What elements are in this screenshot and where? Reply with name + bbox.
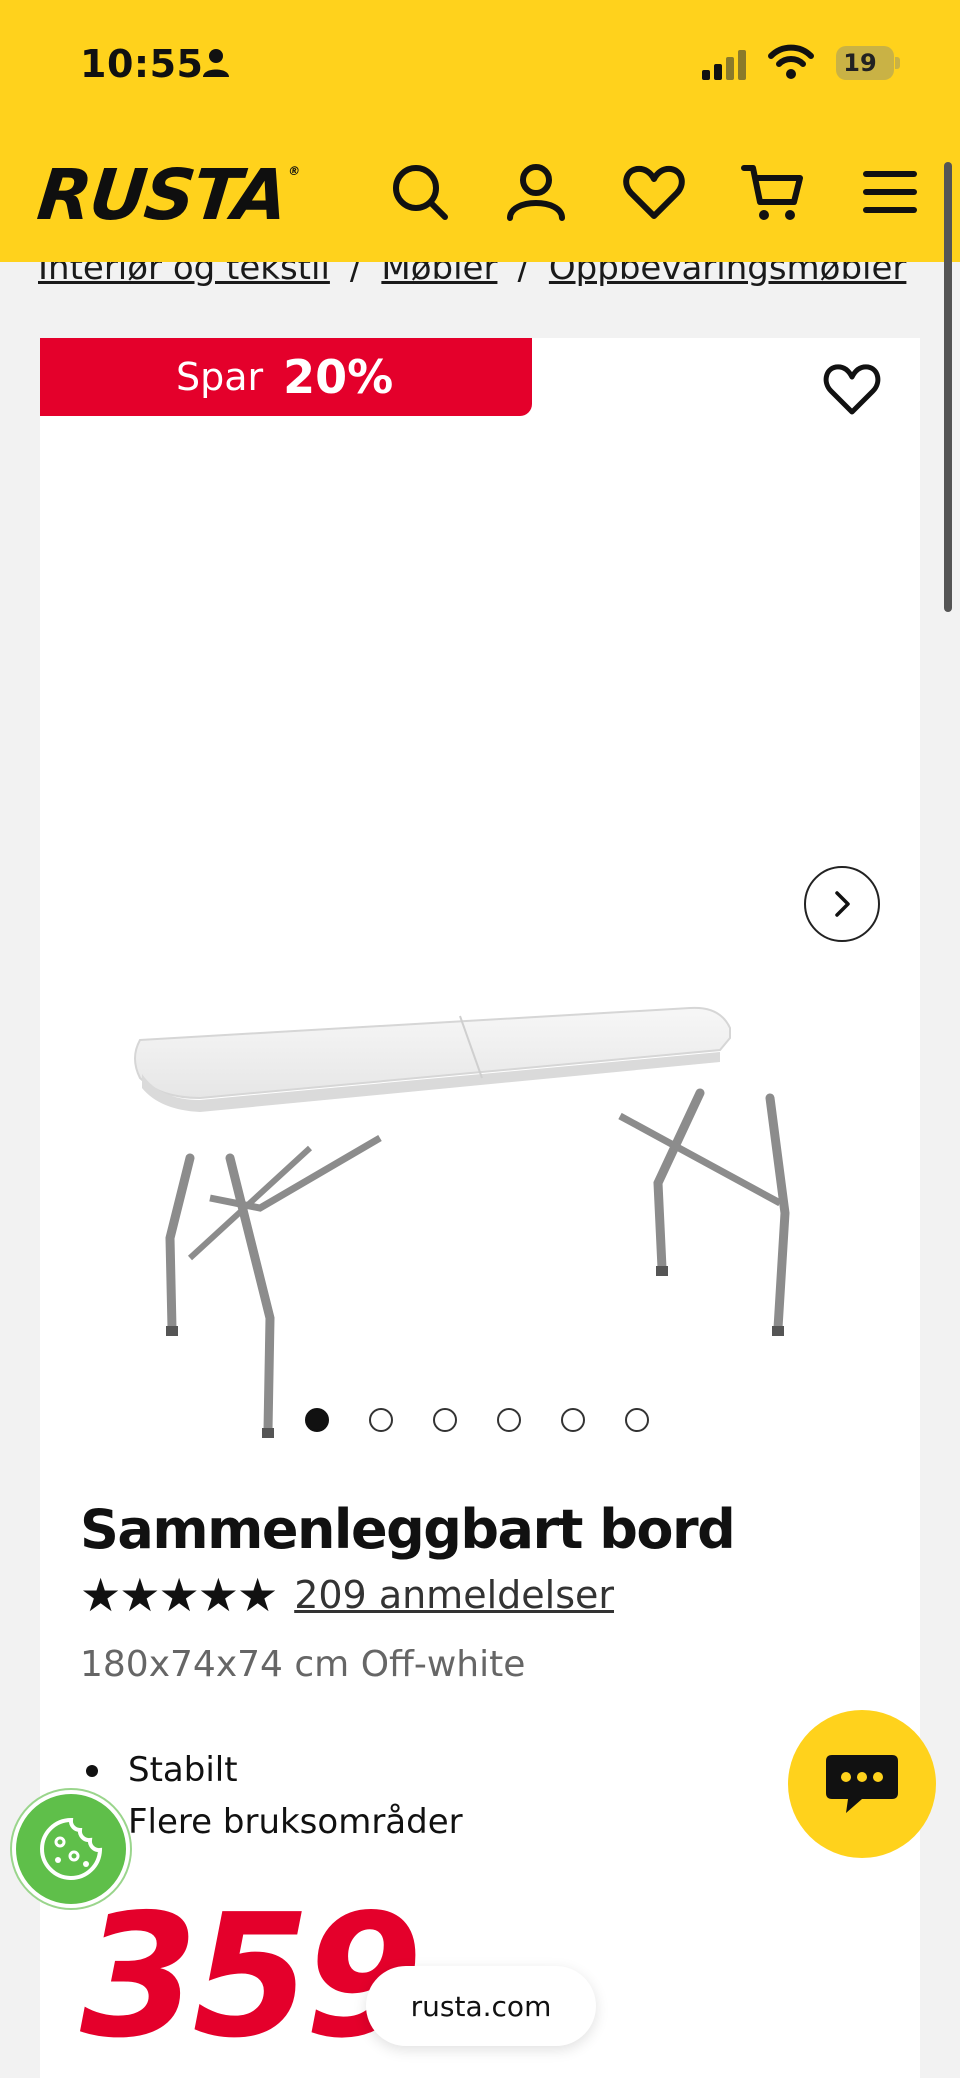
- carousel-dot[interactable]: [497, 1408, 521, 1432]
- discount-value: 20%: [283, 350, 394, 404]
- rating-stars: ★★★★★: [80, 1568, 278, 1622]
- menu-icon[interactable]: [858, 160, 922, 224]
- url-text: rusta.com: [410, 1989, 552, 2023]
- chat-bubble-icon: [826, 1755, 898, 1813]
- next-image-button[interactable]: [804, 866, 880, 942]
- search-icon[interactable]: [388, 160, 452, 224]
- cart-icon[interactable]: [740, 160, 804, 224]
- battery-indicator: 19: [836, 46, 900, 80]
- battery-tip: [895, 57, 900, 69]
- product-title: Sammenleggbart bord: [80, 1498, 736, 1561]
- battery-level: 19: [843, 49, 877, 77]
- logo-text: RUSTA: [33, 154, 290, 236]
- product-variant: 180x74x74 cm Off-white: [80, 1644, 526, 1685]
- product-card: Spar 20% Sammenleggbart bord ★★★★★ 209 a…: [40, 338, 920, 2078]
- feature-list: Stabilt Flere bruksområder: [80, 1744, 463, 1848]
- reviews-link[interactable]: 209 anmeldelser: [294, 1573, 614, 1617]
- rusta-logo[interactable]: RUSTA®: [34, 154, 300, 236]
- carousel-dot[interactable]: [433, 1408, 457, 1432]
- product-rating: ★★★★★ 209 anmeldelser: [80, 1568, 614, 1622]
- main-nav: RUSTA®: [0, 140, 960, 262]
- status-bar: 10:55 19: [0, 0, 960, 130]
- account-icon[interactable]: [504, 160, 568, 224]
- chat-button[interactable]: [788, 1710, 936, 1858]
- wifi-icon: [768, 44, 814, 80]
- status-time: 10:55: [80, 42, 204, 86]
- url-bar[interactable]: rusta.com: [366, 1966, 596, 2046]
- discount-label: Spar: [176, 355, 264, 399]
- carousel-dot[interactable]: [561, 1408, 585, 1432]
- favorite-heart-icon[interactable]: [822, 360, 882, 416]
- cellular-signal-icon: [700, 48, 750, 80]
- feature-item: Stabilt: [80, 1744, 463, 1796]
- header: 10:55 19 RUSTA®: [0, 0, 960, 262]
- cookie-settings-button[interactable]: [12, 1790, 130, 1908]
- carousel-dot[interactable]: [625, 1408, 649, 1432]
- carousel-dot[interactable]: [305, 1408, 329, 1432]
- cookie-icon: [40, 1817, 103, 1880]
- product-image[interactable]: [80, 638, 920, 1498]
- chevron-right-icon: [835, 891, 850, 917]
- feature-item: Flere bruksområder: [80, 1796, 463, 1848]
- person-icon: [202, 48, 230, 78]
- page-scrollbar[interactable]: [944, 162, 952, 612]
- image-carousel-dots: [305, 1408, 649, 1438]
- discount-badge: Spar 20%: [40, 338, 532, 416]
- wishlist-heart-icon[interactable]: [622, 160, 686, 224]
- carousel-dot[interactable]: [369, 1408, 393, 1432]
